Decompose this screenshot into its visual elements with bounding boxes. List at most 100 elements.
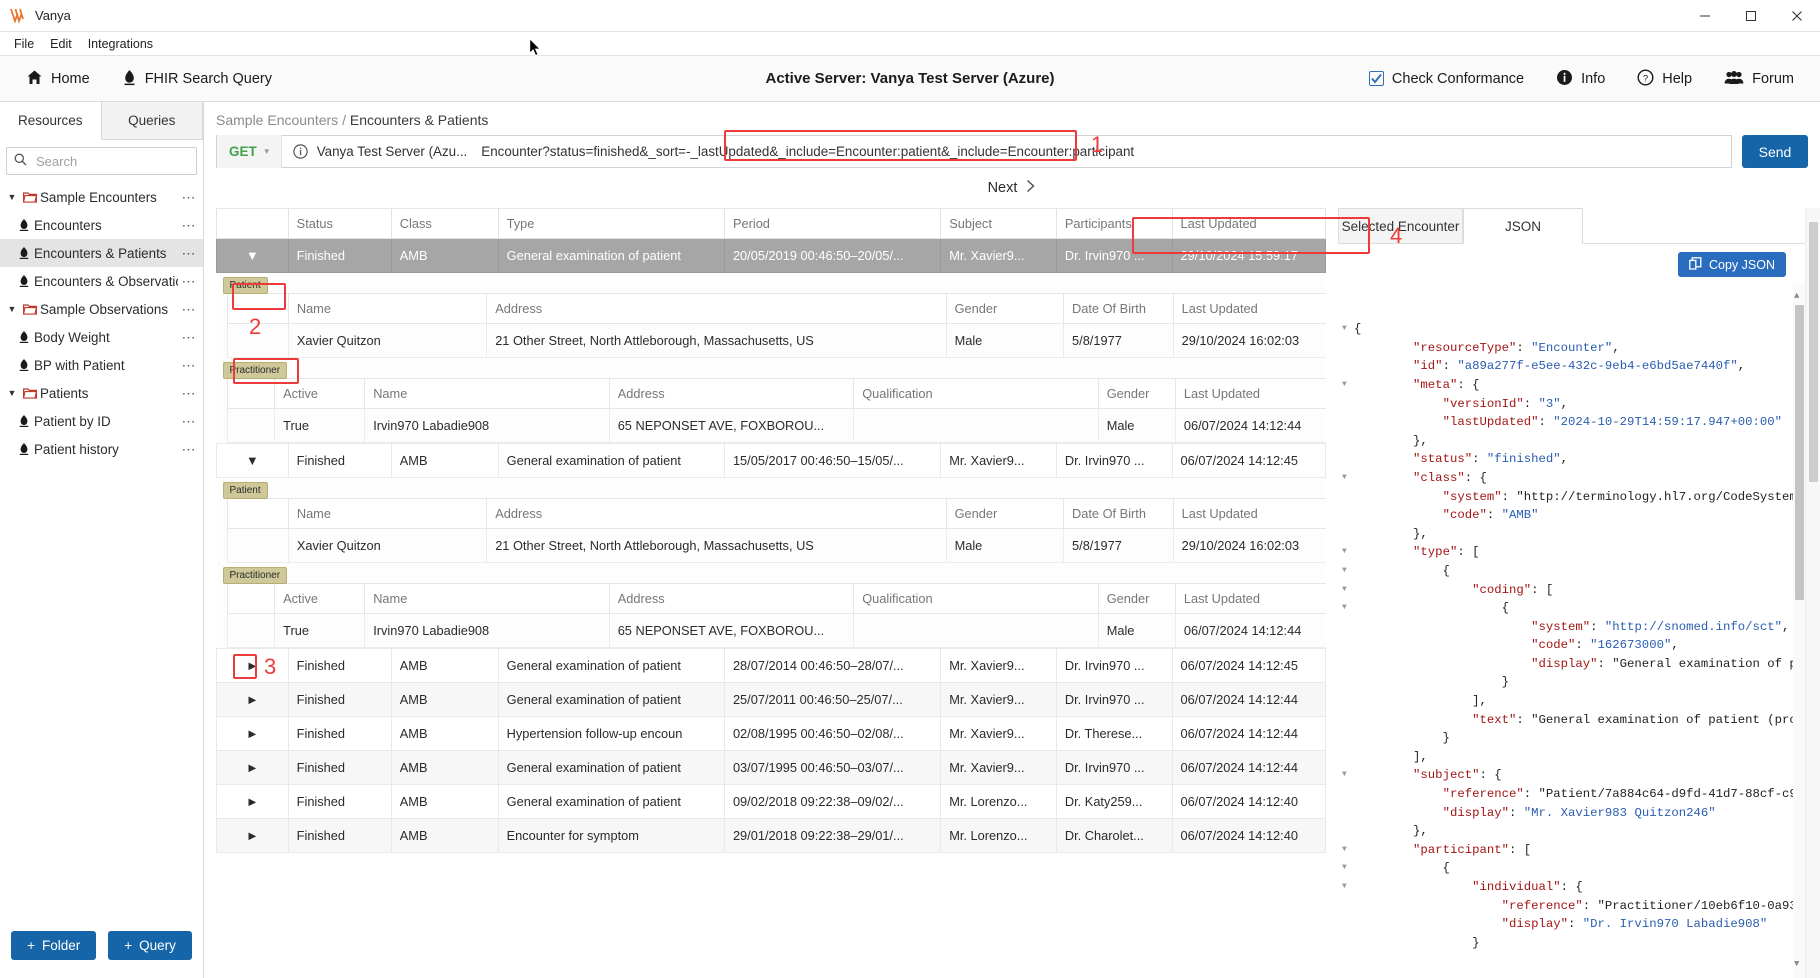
json-viewer[interactable]: ▼{ "resourceType": "Encounter", "id": "a… xyxy=(1338,283,1808,978)
menu-file[interactable]: File xyxy=(6,34,42,54)
row-expander-icon[interactable]: ► xyxy=(216,784,289,819)
tree-more-icon[interactable]: ⋯ xyxy=(178,357,198,374)
tree-query-bp-with-patient[interactable]: BP with Patient ⋯ xyxy=(0,351,203,379)
tree-more-icon[interactable]: ⋯ xyxy=(178,413,198,430)
tree-more-icon[interactable]: ⋯ xyxy=(178,441,198,458)
cell-subject[interactable]: Mr. Xavier9... xyxy=(940,750,1057,785)
sub-col-gender[interactable]: Gender xyxy=(1097,378,1176,409)
table-row[interactable]: ► Finished AMB General examination of pa… xyxy=(216,784,1326,819)
cell-participants[interactable]: Dr. Irvin970 ... xyxy=(1055,682,1173,717)
col-class[interactable]: Class xyxy=(390,209,499,239)
query-input[interactable]: Encounter?status=finished&_sort=-_lastUp… xyxy=(481,144,1731,159)
json-collapse-caret-icon[interactable]: ▼ xyxy=(1342,859,1354,878)
json-collapse-caret-icon[interactable]: ▼ xyxy=(1342,320,1354,339)
sub-col-dob[interactable]: Date Of Birth xyxy=(1063,498,1174,529)
breadcrumb-parent[interactable]: Sample Encounters xyxy=(216,112,338,128)
tree-more-icon[interactable]: ⋯ xyxy=(178,329,198,346)
menu-integrations[interactable]: Integrations xyxy=(80,34,161,54)
sub-col-address[interactable]: Address xyxy=(608,378,855,409)
sub-col-name[interactable]: Name xyxy=(287,498,488,529)
cell-participants[interactable]: Dr. Irvin970 ... xyxy=(1055,648,1173,683)
cell-subject[interactable]: Mr. Lorenzo... xyxy=(940,784,1057,819)
tree-more-icon[interactable]: ⋯ xyxy=(178,189,198,206)
col-status[interactable]: Status xyxy=(287,209,392,239)
maximize-button[interactable] xyxy=(1728,0,1774,32)
url-field[interactable]: GET ▼ Vanya Test Server (Azu... Encounte… xyxy=(216,135,1732,168)
row-expander-icon[interactable]: ► xyxy=(216,716,289,751)
sub-col-last-updated[interactable]: Last Updated xyxy=(1174,583,1326,614)
tree-query-encounters-and-patients[interactable]: Encounters & Patients ⋯ xyxy=(0,239,203,267)
page-scrollbar-thumb[interactable] xyxy=(1809,222,1818,482)
cell-participants[interactable]: Dr. Katy259... xyxy=(1055,784,1173,819)
col-type[interactable]: Type xyxy=(497,209,725,239)
cell-subject[interactable]: Mr. Xavier9... xyxy=(940,443,1057,478)
chevron-down-icon[interactable]: ▼ xyxy=(4,304,20,314)
cell-subject[interactable]: Mr. Xavier9... xyxy=(940,716,1057,751)
cell-subject[interactable]: Mr. Xavier9... xyxy=(940,238,1057,273)
row-expander-icon[interactable]: ► xyxy=(216,648,289,683)
tree-more-icon[interactable]: ⋯ xyxy=(178,273,198,290)
search-box[interactable] xyxy=(6,147,197,175)
tree-folder-patients[interactable]: ▼ Patients ⋯ xyxy=(0,379,203,407)
menu-edit[interactable]: Edit xyxy=(42,34,80,54)
col-period[interactable]: Period xyxy=(723,209,942,239)
sub-col-name[interactable]: Name xyxy=(364,583,610,614)
sub-table-row[interactable]: Xavier Quitzon 21 Other Street, North At… xyxy=(226,323,1326,358)
sub-table-row[interactable]: Xavier Quitzon 21 Other Street, North At… xyxy=(226,528,1326,563)
tree-query-patient-by-id[interactable]: Patient by ID ⋯ xyxy=(0,407,203,435)
cell-participants[interactable]: Dr. Therese... xyxy=(1055,716,1173,751)
json-collapse-caret-icon[interactable]: ▼ xyxy=(1342,376,1354,395)
sub-col-last-updated[interactable]: Last Updated xyxy=(1172,498,1326,529)
sub-col-active[interactable]: Active xyxy=(274,583,366,614)
forum-button[interactable]: Forum xyxy=(1708,56,1810,102)
table-row[interactable]: ► Finished AMB General examination of pa… xyxy=(216,648,1326,683)
page-scrollbar[interactable] xyxy=(1805,208,1820,978)
tab-selected-encounter[interactable]: Selected Encounter xyxy=(1338,208,1463,244)
close-button[interactable] xyxy=(1774,0,1820,32)
http-method-select[interactable]: GET ▼ xyxy=(217,135,282,168)
chevron-down-icon[interactable]: ▼ xyxy=(4,388,20,398)
tree-more-icon[interactable]: ⋯ xyxy=(178,217,198,234)
sub-col-gender[interactable]: Gender xyxy=(945,498,1065,529)
sub-col-address[interactable]: Address xyxy=(486,293,947,324)
tree-more-icon[interactable]: ⋯ xyxy=(178,385,198,402)
cell-participants[interactable]: Dr. Irvin970 ... xyxy=(1055,443,1173,478)
sub-col-qualification[interactable]: Qualification xyxy=(853,583,1099,614)
sidebar-tab-queries[interactable]: Queries xyxy=(102,102,203,139)
minimize-button[interactable] xyxy=(1682,0,1728,32)
table-row[interactable]: ► Finished AMB Hypertension follow-up en… xyxy=(216,716,1326,751)
sub-col-gender[interactable]: Gender xyxy=(1097,583,1176,614)
add-query-button[interactable]: + Query xyxy=(108,931,192,960)
json-collapse-caret-icon[interactable]: ▼ xyxy=(1342,766,1354,785)
add-folder-button[interactable]: + Folder xyxy=(11,931,97,960)
table-row[interactable]: ▼ Finished AMB General examination of pa… xyxy=(216,443,1326,478)
sub-col-name[interactable]: Name xyxy=(364,378,610,409)
send-button[interactable]: Send xyxy=(1742,135,1808,168)
next-page-button[interactable]: Next xyxy=(988,180,1018,196)
help-button[interactable]: ? Help xyxy=(1621,56,1708,102)
json-scrollbar-thumb[interactable] xyxy=(1795,305,1804,600)
scroll-up-icon[interactable]: ▲ xyxy=(1794,287,1799,306)
tab-json[interactable]: JSON xyxy=(1463,208,1583,244)
chevron-right-icon[interactable] xyxy=(1025,179,1036,198)
row-expander-icon[interactable]: ► xyxy=(216,682,289,717)
sidebar-tab-resources[interactable]: Resources xyxy=(0,102,102,140)
cell-participants[interactable]: Dr. Irvin970 ... xyxy=(1055,750,1173,785)
copy-json-button[interactable]: Copy JSON xyxy=(1678,252,1786,277)
sub-col-address[interactable]: Address xyxy=(608,583,855,614)
json-collapse-caret-icon[interactable]: ▼ xyxy=(1342,543,1354,562)
json-collapse-caret-icon[interactable]: ▼ xyxy=(1342,878,1354,897)
row-expander-icon[interactable]: ► xyxy=(216,750,289,785)
sub-table-row[interactable]: True Irvin970 Labadie908 65 NEPONSET AVE… xyxy=(226,408,1326,443)
sub-col-qualification[interactable]: Qualification xyxy=(853,378,1099,409)
table-row[interactable]: ► Finished AMB General examination of pa… xyxy=(216,682,1326,717)
row-expander-icon[interactable]: ► xyxy=(216,818,289,853)
json-collapse-caret-icon[interactable]: ▼ xyxy=(1342,599,1354,618)
sub-col-active[interactable]: Active xyxy=(274,378,366,409)
cell-subject[interactable]: Mr. Xavier9... xyxy=(940,682,1057,717)
table-row[interactable]: ► Finished AMB Encounter for symptom 29/… xyxy=(216,818,1326,853)
tree-folder-sample-observations[interactable]: ▼ Sample Observations ⋯ xyxy=(0,295,203,323)
cell-participants[interactable]: Dr. Charolet... xyxy=(1055,818,1173,853)
sub-col-gender[interactable]: Gender xyxy=(945,293,1065,324)
home-button[interactable]: Home xyxy=(0,56,106,102)
